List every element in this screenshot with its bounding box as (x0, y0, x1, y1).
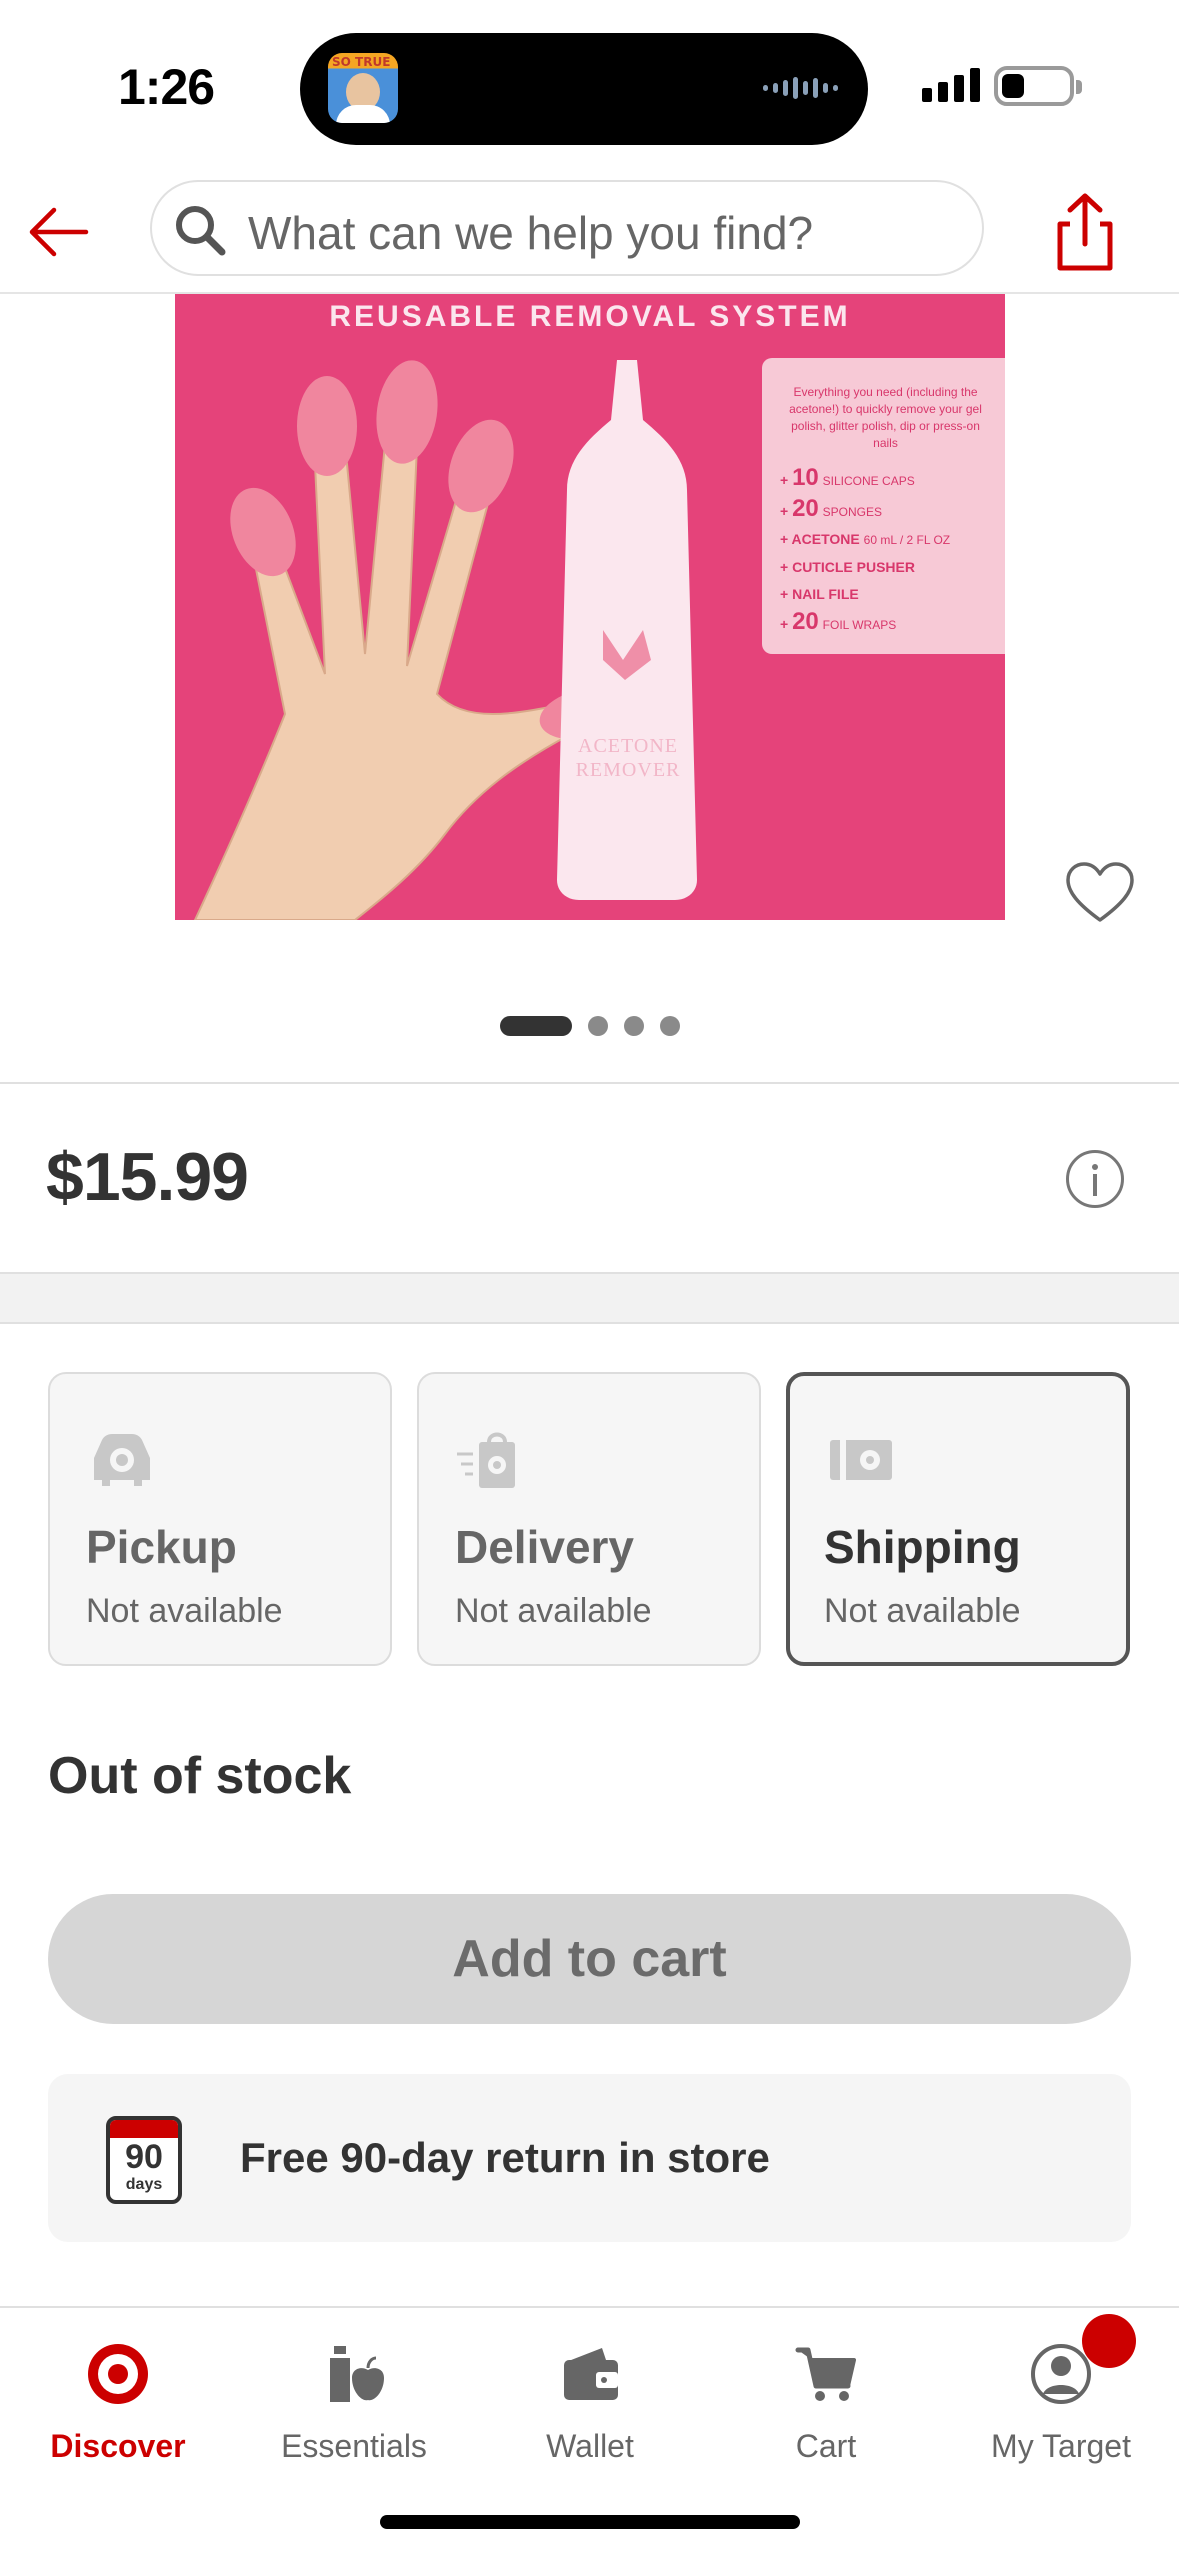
product-image: REUSABLE REMOVAL SYSTEM ACETONE REMOVER … (175, 294, 1005, 920)
price-section: $15.99 (0, 1084, 1179, 1274)
carousel-dot (624, 1016, 644, 1036)
tab-label: Essentials (281, 2428, 427, 2464)
tab-discover[interactable]: Discover (0, 2332, 236, 2482)
home-indicator[interactable] (380, 2515, 800, 2529)
arrow-left-icon (29, 207, 89, 257)
share-button[interactable] (1040, 188, 1130, 278)
list-item: + 20 FOIL WRAPS (780, 608, 897, 635)
tab-my-target[interactable]: My Target (943, 2332, 1179, 2482)
add-to-cart-button[interactable]: Add to cart (48, 1894, 1131, 2024)
search-icon (176, 206, 226, 256)
pickup-car-icon (94, 1434, 150, 1486)
calendar-90-days-icon: 90 days (106, 2116, 182, 2204)
carousel-dot (588, 1016, 608, 1036)
fulfillment-status: Not available (455, 1592, 652, 1630)
list-item: + 10 SILICONE CAPS (780, 464, 915, 491)
stock-status: Out of stock (48, 1747, 352, 1805)
delivery-bag-icon (457, 1432, 515, 1488)
list-item: + CUTICLE PUSHER (780, 559, 915, 575)
favorite-button[interactable] (1064, 860, 1136, 926)
heart-icon (1066, 862, 1134, 922)
tab-label: My Target (991, 2428, 1131, 2464)
kit-intro: Everything you need (including the aceto… (789, 385, 982, 450)
island-tag: SO TRUE (332, 55, 391, 69)
kit-contents-card: Everything you need (including the aceto… (762, 358, 1005, 654)
calendar-number: 90 (125, 2138, 163, 2176)
share-icon (1057, 193, 1113, 271)
tab-label: Wallet (546, 2428, 634, 2464)
tab-wallet[interactable]: Wallet (472, 2332, 708, 2482)
fulfillment-status: Not available (824, 1592, 1021, 1630)
now-playing-thumbnail: SO TRUE (328, 53, 398, 123)
top-nav: What can we help you find? (0, 170, 1179, 294)
kit-contents-list: + 10 SILICONE CAPS + 20 SPONGES + ACETON… (780, 464, 991, 639)
battery-icon (994, 66, 1082, 106)
carousel-indicator (500, 1016, 680, 1036)
notification-badge (1082, 2314, 1136, 2368)
fulfillment-option-pickup[interactable]: Pickup Not available (48, 1372, 392, 1666)
search-input[interactable]: What can we help you find? (150, 180, 984, 276)
carousel-dot-active (500, 1016, 572, 1036)
product-price: $15.99 (46, 1139, 249, 1215)
list-item: + ACETONE 60 mL / 2 FL OZ (780, 531, 951, 547)
fulfillment-status: Not available (86, 1592, 283, 1630)
tab-label: Cart (795, 2428, 857, 2464)
product-image-carousel[interactable]: REUSABLE REMOVAL SYSTEM ACETONE REMOVER … (0, 294, 1179, 1084)
fulfillment-option-shipping[interactable]: Shipping Not available (786, 1372, 1130, 1666)
target-bullseye-icon (88, 2344, 148, 2404)
returns-text: Free 90-day return in store (240, 2134, 770, 2181)
list-item: + NAIL FILE (780, 586, 859, 602)
fulfillment-title: Pickup (86, 1521, 237, 1573)
fulfillment-title: Delivery (455, 1521, 635, 1573)
shipping-box-icon (830, 1440, 892, 1480)
back-button[interactable] (20, 192, 100, 272)
acetone-bottle-illustration (557, 360, 697, 900)
fulfillment-option-delivery[interactable]: Delivery Not available (417, 1372, 761, 1666)
carousel-dot (660, 1016, 680, 1036)
list-item: + 20 SPONGES (780, 495, 883, 522)
section-divider (0, 1274, 1179, 1324)
audio-wave-icon (763, 77, 838, 99)
info-icon (1092, 1164, 1098, 1170)
dynamic-island[interactable]: SO TRUE (300, 33, 868, 145)
status-bar: 1:26 SO TRUE (0, 0, 1179, 170)
calendar-days-label: days (125, 2176, 163, 2193)
bottle-label: ACETONE REMOVER (575, 735, 681, 781)
status-time: 1:26 (118, 59, 215, 115)
tab-cart[interactable]: Cart (708, 2332, 944, 2482)
search-placeholder: What can we help you find? (248, 207, 814, 259)
price-info-button[interactable] (1066, 1150, 1124, 1208)
cellular-signal-icon (922, 68, 980, 102)
essentials-icon (330, 2346, 384, 2402)
tab-label: Discover (50, 2428, 186, 2464)
wallet-icon (564, 2348, 618, 2400)
tab-essentials[interactable]: Essentials (236, 2332, 472, 2482)
fulfillment-title: Shipping (824, 1521, 1021, 1573)
returns-banner[interactable]: 90 days Free 90-day return in store (48, 2074, 1131, 2242)
cart-icon (795, 2347, 856, 2401)
